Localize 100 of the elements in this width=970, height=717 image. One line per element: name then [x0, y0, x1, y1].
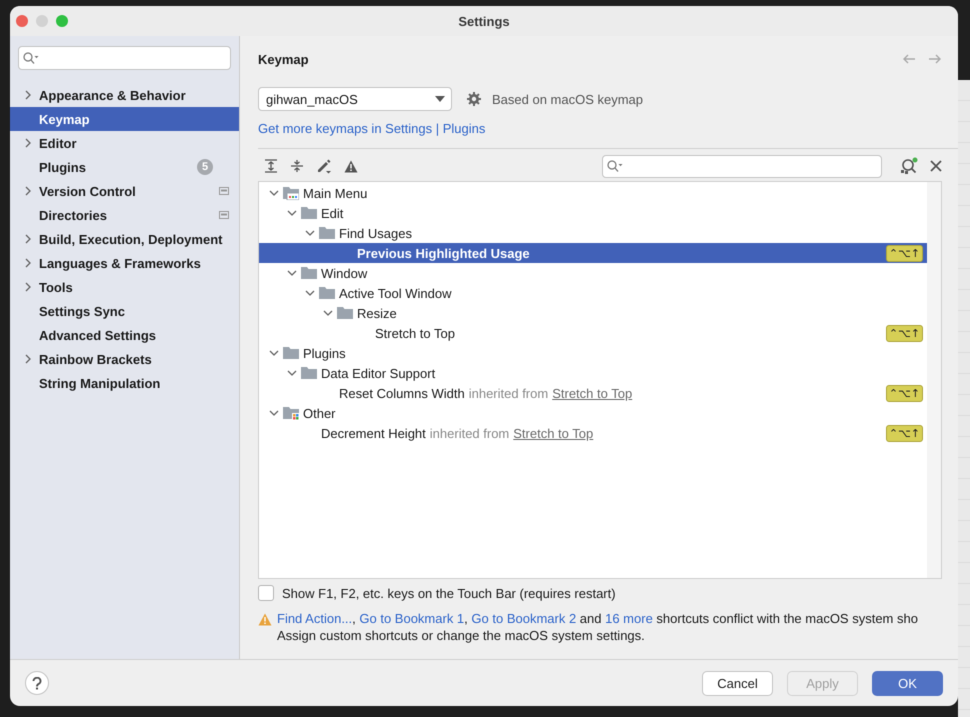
sidebar-item[interactable]: Settings Sync — [10, 299, 239, 323]
chevron-down-icon[interactable] — [305, 230, 315, 236]
folder-icon — [337, 306, 353, 320]
tree-row[interactable]: Main Menu — [259, 183, 927, 203]
checkbox-label: Show F1, F2, etc. keys on the Touch Bar (requires restart) — [282, 586, 616, 600]
shortcut-badge: ⌃⌥↑ — [886, 424, 923, 442]
tree-item-label: Resize — [357, 306, 397, 320]
settings-icon[interactable] — [466, 91, 482, 107]
tree-item-label: Window — [321, 266, 368, 280]
find-by-shortcut-icon[interactable] — [900, 157, 918, 175]
folder-icon — [301, 266, 317, 280]
close-window-icon[interactable] — [16, 15, 28, 27]
tree-row[interactable]: Edit — [259, 203, 927, 223]
chevron-down-icon[interactable] — [305, 290, 315, 296]
scrollbar-track[interactable] — [927, 182, 941, 578]
collapse-all-icon[interactable] — [290, 159, 304, 173]
sidebar-item-label: Editor — [39, 136, 77, 150]
sidebar-item-label: Keymap — [39, 112, 90, 126]
sidebar-item-label: Build, Execution, Deployment — [39, 232, 222, 246]
conflict-link[interactable]: Find Action... — [277, 611, 352, 626]
checkbox[interactable] — [258, 585, 274, 601]
sidebar-item-label: Directories — [39, 208, 107, 222]
chevron-down-icon[interactable] — [269, 350, 279, 356]
chevron-down-icon[interactable] — [269, 190, 279, 196]
conflict-message: Find Action..., Go to Bookmark 1, Go to Bookmark 2 and 16 more shortcuts conflict with the macOS system sho — [277, 610, 918, 627]
dialog-button[interactable]: OK — [872, 670, 943, 696]
inherited-note: inherited from — [430, 426, 510, 440]
chevron-down-icon[interactable] — [287, 270, 297, 276]
sidebar-item[interactable]: Build, Execution, Deployment — [10, 227, 239, 251]
search-field[interactable] — [18, 46, 231, 70]
chevron-down-icon[interactable] — [323, 310, 333, 316]
tree-row[interactable]: Window — [259, 263, 927, 283]
tree-item-label: Plugins — [303, 346, 346, 360]
search-icon — [23, 52, 39, 64]
tree-row[interactable]: Other — [259, 403, 927, 423]
sidebar-item-label: Languages & Frameworks — [39, 256, 201, 270]
menu-folder-icon — [283, 186, 299, 200]
chevron-down-icon[interactable] — [287, 370, 297, 376]
shortcut-badge: ⌃⌥↑ — [886, 324, 923, 342]
tree-item-label: Edit — [321, 206, 344, 220]
sidebar-item[interactable]: Languages & Frameworks — [10, 251, 239, 275]
sidebar-item-label: Tools — [39, 280, 73, 294]
search-field[interactable] — [602, 154, 882, 178]
more-keymaps-link[interactable]: Get more keymaps in Settings | Plugins — [258, 121, 486, 136]
sidebar-item[interactable]: String Manipulation — [10, 371, 239, 395]
search-icon — [607, 160, 623, 172]
tree-row[interactable]: Decrement Height inherited from Stretch to Top ⌃⌥↑ — [259, 423, 927, 443]
sidebar-item[interactable]: Advanced Settings — [10, 323, 239, 347]
tree-item-label: Previous Highlighted Usage — [357, 246, 530, 260]
tree-row[interactable]: Previous Highlighted Usage ⌃⌥↑ — [259, 243, 927, 263]
tree-item-label: Find Usages — [339, 226, 412, 240]
tree-row[interactable]: Reset Columns Width inherited from Stretch to Top ⌃⌥↑ — [259, 383, 927, 403]
tree-row[interactable]: Stretch to Top ⌃⌥↑ — [259, 323, 927, 343]
conflict-link[interactable]: 16 more — [605, 611, 653, 626]
expand-all-icon[interactable] — [264, 159, 278, 173]
sidebar-item[interactable]: Tools — [10, 275, 239, 299]
chevron-down-icon[interactable] — [287, 210, 297, 216]
conflict-hint: Assign custom shortcuts or change the macOS system settings. — [277, 627, 646, 644]
sidebar-item-label: Version Control — [39, 184, 136, 198]
sidebar-item-label: Advanced Settings — [39, 328, 156, 342]
help-button[interactable] — [25, 671, 49, 695]
source-action-link[interactable]: Stretch to Top — [552, 386, 632, 400]
close-icon[interactable] — [930, 160, 942, 172]
edit-icon[interactable] — [316, 158, 332, 174]
tree-row[interactable]: Resize — [259, 303, 927, 323]
tree-item-label: Other — [303, 406, 336, 420]
chevron-down-icon[interactable] — [269, 410, 279, 416]
tree-row[interactable]: Plugins — [259, 343, 927, 363]
sidebar-item[interactable]: Appearance & Behavior — [10, 83, 239, 107]
sidebar-item[interactable]: Plugins 5 — [10, 155, 239, 179]
warning-icon — [258, 613, 272, 626]
sidebar-item[interactable]: Rainbow Brackets — [10, 347, 239, 371]
sidebar-item-label: Rainbow Brackets — [39, 352, 152, 366]
source-action-link[interactable]: Stretch to Top — [513, 426, 594, 440]
sidebar-item[interactable]: Directories — [10, 203, 239, 227]
sidebar-item[interactable]: Editor — [10, 131, 239, 155]
sidebar-item[interactable]: Version Control — [10, 179, 239, 203]
folder-icon — [283, 346, 299, 360]
tree-item-label: Reset Columns Width — [339, 386, 465, 400]
tree-row[interactable]: Find Usages — [259, 223, 927, 243]
sidebar-item[interactable]: Keymap — [10, 107, 239, 131]
warning-icon[interactable] — [344, 160, 358, 172]
conflict-link[interactable]: Go to Bookmark 1 — [359, 611, 464, 626]
folder-icon — [319, 286, 335, 300]
sidebar-item-label: Plugins — [39, 160, 86, 174]
tree-item-label: Active Tool Window — [339, 286, 452, 300]
help-icon — [32, 676, 42, 690]
sidebar-item-label: String Manipulation — [39, 376, 160, 390]
tree-row[interactable]: Data Editor Support — [259, 363, 927, 383]
tree-row[interactable]: Active Tool Window — [259, 283, 927, 303]
shortcut-badge: ⌃⌥↑ — [886, 384, 923, 402]
dialog-button[interactable]: Cancel — [702, 670, 773, 696]
caret-icon[interactable] — [435, 96, 445, 102]
tree-item-label: Data Editor Support — [321, 366, 436, 380]
tree-item-label: Stretch to Top — [375, 326, 455, 340]
folder-icon — [301, 206, 317, 220]
tree-item-label: Main Menu — [303, 186, 368, 200]
group-folder-icon — [283, 406, 299, 420]
conflict-link[interactable]: Go to Bookmark 2 — [471, 611, 576, 626]
keymap-dropdown[interactable]: gihwan_macOS — [258, 87, 452, 111]
